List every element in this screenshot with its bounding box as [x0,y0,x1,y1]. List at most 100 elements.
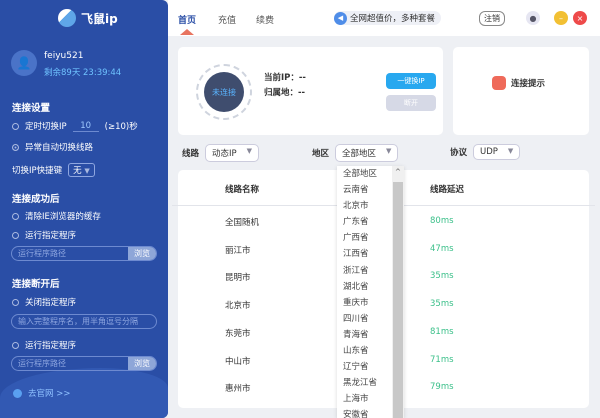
interval-input[interactable]: 10 [72,121,99,132]
bell-icon [13,388,22,398]
minimize-button[interactable]: – [554,11,568,25]
line-name: 惠州市 [225,384,251,395]
hotkey-row: 切换IP快捷键无 ▼ [12,163,95,177]
radio-icon[interactable] [12,341,19,349]
website-label: 去官网 >> [28,389,71,399]
line-select[interactable]: 动态IP ▼ [205,144,260,162]
browse-button-2[interactable]: 浏览 [128,357,156,370]
location-value: -- [298,88,306,98]
close-program-option[interactable]: 关闭指定程序 [12,296,76,308]
scrollbar-thumb[interactable] [393,182,403,418]
run-program-label: 运行指定程序 [25,231,77,241]
protocol-filter: 协议 UDP ▼ [450,144,521,160]
program-path-input-2[interactable]: 运行程序路径 浏览 [11,356,157,371]
line-name: 东莞市 [225,328,251,339]
app-logo: 飞鼠ip [58,9,118,27]
chevron-down-icon: ▼ [84,167,90,175]
region-filter: 地区 全部地区 ▼ [312,144,399,162]
current-ip-value: -- [298,73,306,83]
radio-icon[interactable] [12,298,19,306]
run-program-option[interactable]: 运行指定程序 [12,229,76,241]
current-ip: 当前IP：-- [264,71,306,83]
line-name: 昆明市 [225,273,251,284]
timed-switch-label: 定时切换IP [25,122,67,132]
chevron-down-icon: ▼ [386,147,392,155]
line-name: 丽江市 [225,245,251,256]
notice-text: 全网超值价，多种套餐 [350,14,436,24]
hint-card[interactable]: 连接提示 [453,47,589,135]
line-name: 中山市 [225,356,251,367]
section-after-connect: 连接成功后 [12,194,60,205]
speaker-icon: ◀ [334,11,347,25]
line-latency: 47ms [430,243,454,254]
disconnect-button[interactable]: 断开 [386,95,436,111]
logo-icon [58,9,76,27]
auto-switch-option[interactable]: 异常自动切换线路 [12,141,93,153]
line-name: 全国随机 [225,218,260,228]
remaining-time: 剩余89天 23:39:44 [44,68,122,78]
line-name: 北京市 [225,301,251,312]
region-dropdown: ^ 全部地区 云南省 北京市 广东省 广西省 江西省 浙江省 湖北省 重庆市 四川省 青海省 山东省辽… [337,166,404,418]
line-latency: 71ms [430,354,454,365]
sidebar: 飞鼠ip 👤 feiyu521 剩余89天 23:39:44 连接设置 定时切换… [0,0,168,418]
connect-toggle[interactable]: 未连接 [204,72,244,112]
section-after-disconnect: 连接断开后 [12,279,60,290]
clear-ie-option[interactable]: 清除IE浏览器的缓存 [12,210,101,222]
line-latency: 81ms [430,326,454,337]
connection-hint[interactable]: 连接提示 [492,76,545,90]
chevron-down-icon: ▼ [246,147,253,155]
scrollbar[interactable]: ^ [392,166,404,418]
protocol-label: 协议 [450,148,468,158]
interval-hint: (≥10)秒 [104,122,138,132]
logout-button[interactable]: 注销 [479,11,505,26]
timed-switch-option[interactable]: 定时切换IP 10 (≥10)秒 [12,120,138,132]
program-path-placeholder-2: 运行程序路径 [18,359,66,368]
username: feiyu521 [44,51,84,61]
user-avatar-icon[interactable]: 👤 [11,50,37,76]
line-label: 线路 [182,149,200,159]
tab-renew[interactable]: 续费 [256,13,274,26]
hint-label: 连接提示 [511,79,546,89]
column-header-latency: 线路延迟 [430,185,465,195]
connection-card: 未连接 当前IP：-- 归属地：-- 一键换IP 断开 [178,47,443,135]
switch-ip-button[interactable]: 一键换IP [386,73,436,89]
close-program-placeholder: 输入完整程序名，用半角逗号分隔 [18,317,138,326]
location-label: 归属地： [264,88,299,98]
app-name: 飞鼠ip [81,11,118,26]
line-value: 动态IP [212,149,237,159]
active-tab-indicator [180,29,194,35]
close-program-label: 关闭指定程序 [25,298,77,308]
browse-button[interactable]: 浏览 [128,247,156,260]
chevron-up-icon[interactable]: ^ [395,168,401,176]
current-ip-label: 当前IP： [264,73,299,83]
auto-switch-label: 异常自动切换线路 [25,143,94,153]
run-program-option-2[interactable]: 运行指定程序 [12,339,76,351]
program-path-input[interactable]: 运行程序路径 浏览 [11,246,157,261]
hint-icon [492,76,506,90]
website-link[interactable]: 去官网 >> [13,387,70,399]
clear-ie-label: 清除IE浏览器的缓存 [25,212,101,222]
region-value: 全部地区 [342,149,377,159]
notice-banner[interactable]: ◀ 全网超值价，多种套餐 [334,11,442,25]
line-latency: 80ms [430,216,454,226]
radio-icon[interactable] [12,143,19,151]
region-select[interactable]: 全部地区 ▼ [335,144,399,162]
protocol-select[interactable]: UDP ▼ [473,144,521,160]
close-button[interactable]: × [573,11,587,25]
line-latency: 35ms [430,299,454,310]
chevron-down-icon: ▼ [507,147,514,155]
radio-icon[interactable] [12,231,19,239]
top-bar: 首页 充值 续费 ◀ 全网超值价，多种套餐 注销 ● – × [168,0,600,36]
radio-icon[interactable] [12,122,19,130]
hotkey-select[interactable]: 无 ▼ [68,163,95,177]
run-program-label-2: 运行指定程序 [25,341,77,351]
line-filter: 线路 动态IP ▼ [182,144,260,162]
close-program-input[interactable]: 输入完整程序名，用半角逗号分隔 [11,314,157,329]
tab-home[interactable]: 首页 [178,13,196,26]
user-icon[interactable]: ● [526,11,540,25]
program-path-placeholder: 运行程序路径 [18,249,66,258]
line-latency: 79ms [430,382,454,393]
region-label: 地区 [312,149,330,159]
tab-recharge[interactable]: 充值 [218,13,236,26]
radio-icon[interactable] [12,212,19,220]
